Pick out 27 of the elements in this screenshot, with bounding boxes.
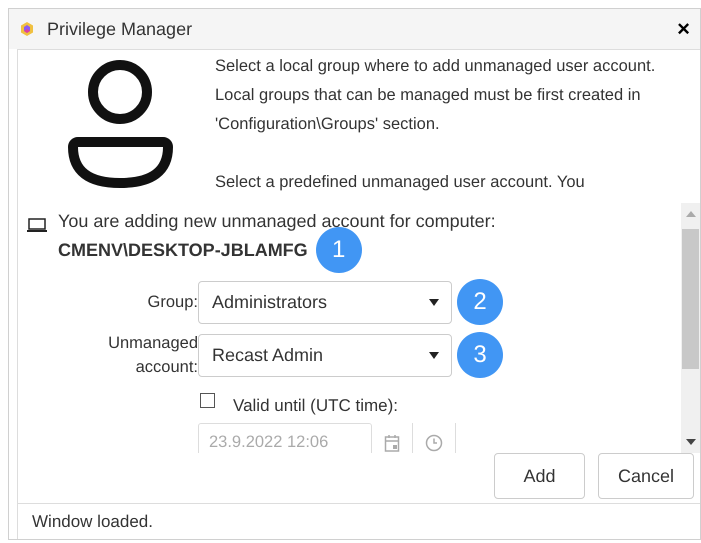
calendar-icon[interactable] <box>384 434 400 452</box>
scrollbar-thumb[interactable] <box>682 229 699 369</box>
field-label: Unmanaged account: <box>107 333 198 378</box>
dropdown[interactable]: Recast Admin <box>198 334 452 376</box>
checkbox-label: Valid until (UTC time): <box>233 395 398 417</box>
description-text: Select a local group where to add unmanaged user account. Local groups that can be managed must be first created in 'Configuration\Groups' section. <box>215 56 656 135</box>
scroll-up-icon[interactable] <box>686 211 696 217</box>
scroll-down-icon[interactable] <box>686 439 696 445</box>
description-text: Select a predefined unmanaged user account. You <box>215 172 586 193</box>
computer-name: CMENV\DESKTOP-JBLAMFG <box>58 239 308 262</box>
scrollbar[interactable] <box>681 203 700 453</box>
add-button[interactable]: Add <box>494 453 585 499</box>
dropdown[interactable]: Administrators <box>198 280 452 324</box>
callout-badge: 1 <box>316 227 362 273</box>
caret-icon <box>429 298 439 306</box>
status-text: Window loaded. <box>32 510 153 533</box>
app-logo-icon <box>19 21 35 37</box>
cancel-button[interactable]: Cancel <box>598 453 694 499</box>
clock-icon[interactable] <box>425 434 443 452</box>
window-title: Privilege Manager <box>47 18 192 41</box>
laptop-icon <box>26 217 48 233</box>
callout-badge: 2 <box>457 279 503 325</box>
checkbox[interactable] <box>200 393 215 408</box>
callout-badge: 3 <box>457 332 503 378</box>
caret-icon <box>429 352 439 358</box>
field-label: Group: <box>146 292 198 313</box>
close-button[interactable]: × <box>677 18 690 40</box>
